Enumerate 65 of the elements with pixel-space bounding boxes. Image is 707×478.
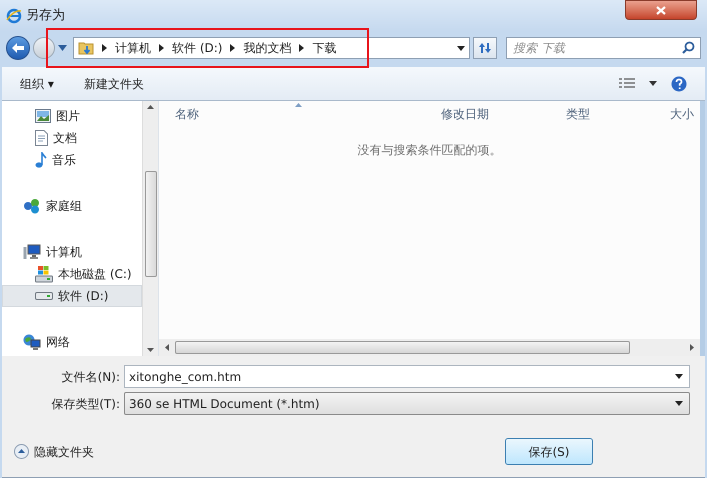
document-icon [35,130,48,146]
file-name-field[interactable]: xitonghe_com.htm [124,365,690,388]
scroll-right-icon [690,344,694,351]
network-icon [23,334,41,350]
search-field[interactable]: 搜索 下载 [506,37,701,59]
sidebar-item[interactable]: 本地磁盘 (C:) [2,263,142,285]
breadcrumb-arrow-icon [230,44,236,52]
view-options-icon[interactable] [619,78,635,90]
help-icon[interactable] [671,76,687,92]
hide-folders-button[interactable]: 隐藏文件夹 [14,442,94,460]
field-label: 文件名(N): [60,368,121,386]
history-dropdown-icon[interactable] [58,45,67,51]
column-header[interactable]: 类型 [550,105,670,123]
refresh-button[interactable] [473,37,497,59]
computer-icon [23,244,41,260]
sidebar-item[interactable]: 音乐 [2,149,142,171]
search-icon [682,41,695,54]
sidebar-item[interactable]: 计算机 [2,241,142,263]
breadcrumb-item[interactable]: 软件 (D:) [172,39,222,57]
dropdown-arrow-icon[interactable] [649,81,657,86]
breadcrumb-item[interactable]: 计算机 [115,39,151,57]
breadcrumb-arrow-icon [299,44,304,52]
sidebar-item[interactable]: 网络 [2,331,142,353]
sort-arrow-icon [295,103,302,107]
dropdown-arrow-icon[interactable] [457,46,465,50]
scroll-down-icon [147,348,154,352]
browser-logo-icon [6,8,22,24]
breadcrumb-arrow-icon [159,44,164,52]
forward-button[interactable] [33,37,55,59]
close-icon [656,6,666,14]
drive-icon [35,292,53,300]
empty-message: 没有与搜索条件匹配的项。 [358,142,502,157]
homegroup-icon [23,198,41,214]
organize-button[interactable]: 组织 ▾ [20,74,54,92]
sidebar-item[interactable]: 家庭组 [2,195,142,217]
music-note-icon [35,152,47,168]
scroll-left-icon [165,344,169,351]
field-label: 保存类型(T): [50,396,121,412]
new-folder-button[interactable]: 新建文件夹 [84,74,144,92]
horizontal-scrollbar[interactable] [159,339,700,356]
window-title: 另存为 [26,7,65,26]
breadcrumb-item[interactable]: 我的文档 [243,39,292,57]
column-header[interactable]: 名称 [159,105,425,123]
collapse-icon [14,444,29,459]
save-button[interactable]: 保存(S) [505,438,593,465]
folder-icon [78,40,94,56]
scrollbar[interactable] [142,101,158,356]
sidebar-item[interactable]: 图片 [2,105,142,127]
breadcrumb-item[interactable]: 下载 [312,39,336,57]
dropdown-arrow-icon [675,401,683,406]
file-type-dropdown[interactable]: 360 se HTML Document (*.htm) [124,392,690,415]
column-header[interactable]: 修改日期 [425,105,550,123]
sidebar-item[interactable]: 软件 (D:) [2,285,142,307]
back-button[interactable] [6,36,30,60]
drive-icon [35,266,53,282]
dropdown-arrow-icon [675,374,683,379]
address-bar[interactable]: 计算机 软件 (D:) 我的文档 下载 [73,37,470,59]
breadcrumb-arrow-icon [102,44,107,52]
sidebar-item[interactable]: 文档 [2,127,142,149]
column-header[interactable]: 大小 [670,105,694,123]
refresh-icon [478,42,492,54]
picture-frame-icon [35,109,51,123]
scroll-up-icon [147,105,154,109]
close-button[interactable] [625,0,697,20]
back-arrow-icon [12,43,24,53]
